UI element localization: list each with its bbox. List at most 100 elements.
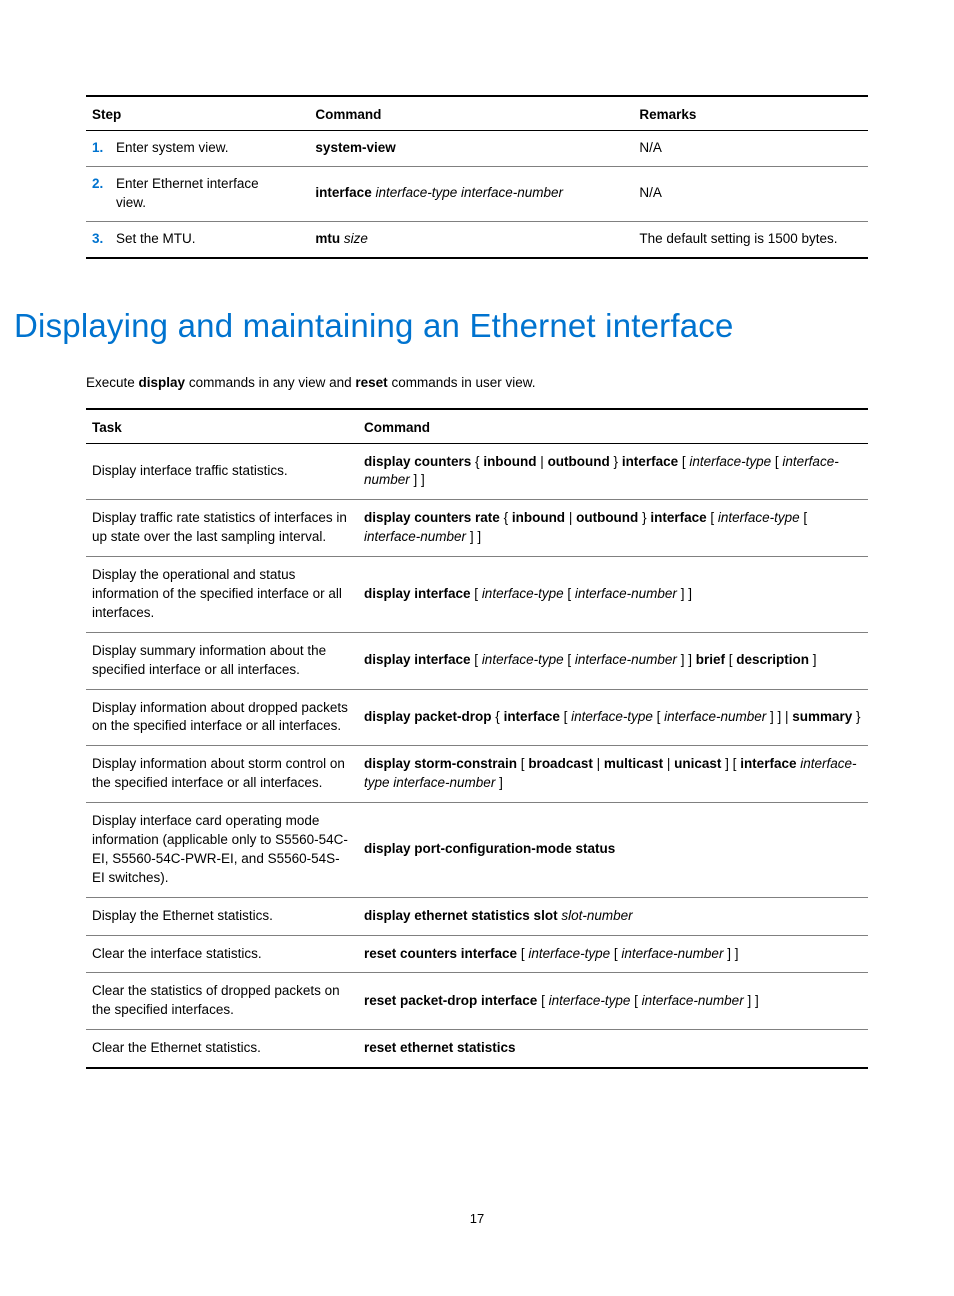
step-cell: 2.Enter Ethernet interface view. (86, 166, 309, 221)
task-cell: Clear the Ethernet statistics. (86, 1030, 358, 1068)
task-cell: Display summary information about the sp… (86, 632, 358, 689)
command-italic: interface-number (364, 529, 466, 544)
table-row: Clear the interface statistics.reset cou… (86, 935, 868, 973)
command-bold: interface (315, 185, 371, 200)
intro-bold: display (139, 375, 186, 390)
command-text: ] ] (744, 993, 759, 1008)
command-italic: interface-type (689, 454, 771, 469)
command-cell: display counters rate { inbound | outbou… (358, 500, 868, 557)
table-row: Clear the Ethernet statistics.reset ethe… (86, 1030, 868, 1068)
page-number: 17 (0, 1211, 954, 1226)
command-text: [ (800, 510, 808, 525)
command-italic: size (340, 231, 368, 246)
command-text: [ (560, 709, 571, 724)
command-italic: interface-number (575, 586, 677, 601)
table-row: Display traffic rate statistics of inter… (86, 500, 868, 557)
steps-table: Step Command Remarks 1.Enter system view… (86, 95, 868, 259)
remarks-cell: N/A (633, 166, 868, 221)
command-text: } (638, 510, 650, 525)
command-text: ] (809, 652, 817, 667)
command-bold: display counters rate (364, 510, 500, 525)
table-row: 1.Enter system view.system-viewN/A (86, 131, 868, 167)
tasks-table: Task Command Display interface traffic s… (86, 408, 868, 1070)
command-text: } (610, 454, 622, 469)
command-text: [ (707, 510, 718, 525)
steps-header-command: Command (309, 96, 633, 131)
table-row: Display the Ethernet statistics.display … (86, 897, 868, 935)
command-bold: inbound (512, 510, 565, 525)
command-text: [ (771, 454, 782, 469)
table-header-row: Task Command (86, 409, 868, 444)
step-number: 3. (92, 230, 116, 249)
command-text: [ (517, 946, 528, 961)
command-bold: multicast (604, 756, 663, 771)
command-text: | (565, 510, 576, 525)
task-cell: Display the operational and status infor… (86, 557, 358, 633)
command-bold: reset packet-drop interface (364, 993, 537, 1008)
intro-text: commands in any view and (185, 375, 355, 390)
command-text: ] ] (723, 946, 738, 961)
tasks-header-command: Command (358, 409, 868, 444)
command-text: ] ] (466, 529, 481, 544)
command-cell: display packet-drop { interface [ interf… (358, 689, 868, 746)
tasks-header-task: Task (86, 409, 358, 444)
command-bold: interface (740, 756, 796, 771)
step-number: 2. (92, 175, 116, 194)
remarks-cell: The default setting is 1500 bytes. (633, 221, 868, 257)
intro-paragraph: Execute display commands in any view and… (86, 375, 868, 390)
command-italic: interface-type (718, 510, 800, 525)
command-bold: outbound (548, 454, 610, 469)
command-bold: brief (696, 652, 725, 667)
table-header-row: Step Command Remarks (86, 96, 868, 131)
table-row: Display information about dropped packet… (86, 689, 868, 746)
command-text: [ (725, 652, 736, 667)
command-cell: mtu size (309, 221, 633, 257)
task-cell: Clear the interface statistics. (86, 935, 358, 973)
command-italic: interface-type (571, 709, 653, 724)
command-text: ] ] (677, 652, 696, 667)
command-italic: interface-number (664, 709, 766, 724)
command-bold: mtu (315, 231, 340, 246)
command-cell: display interface [ interface-type [ int… (358, 632, 868, 689)
command-bold: system-view (315, 140, 395, 155)
command-text: ] ] (410, 472, 425, 487)
task-cell: Clear the statistics of dropped packets … (86, 973, 358, 1030)
command-text: [ (564, 586, 575, 601)
command-text: [ (678, 454, 689, 469)
command-bold: display ethernet statistics slot (364, 908, 558, 923)
task-cell: Display interface traffic statistics. (86, 443, 358, 500)
section-heading: Displaying and maintaining an Ethernet i… (14, 307, 868, 345)
command-bold: interface (504, 709, 560, 724)
table-row: Display summary information about the sp… (86, 632, 868, 689)
command-bold: interface (622, 454, 678, 469)
command-cell: reset counters interface [ interface-typ… (358, 935, 868, 973)
command-text: [ (610, 946, 621, 961)
command-italic: interface-type (528, 946, 610, 961)
command-text: ] ] (677, 586, 692, 601)
command-italic: interface-type (482, 586, 564, 601)
command-italic: interface-type interface-number (372, 185, 563, 200)
intro-text: Execute (86, 375, 139, 390)
command-bold: display counters (364, 454, 471, 469)
command-text: [ (537, 993, 548, 1008)
task-cell: Display information about dropped packet… (86, 689, 358, 746)
task-cell: Display traffic rate statistics of inter… (86, 500, 358, 557)
command-bold: inbound (483, 454, 536, 469)
command-bold: description (736, 652, 809, 667)
command-italic: interface-type (549, 993, 631, 1008)
table-row: 3.Set the MTU.mtu sizeThe default settin… (86, 221, 868, 257)
command-text: [ (471, 586, 482, 601)
intro-text: commands in user view. (388, 375, 536, 390)
command-text: ] ] | (766, 709, 792, 724)
table-row: Display interface traffic statistics. dis… (86, 443, 868, 500)
command-text: { (471, 454, 483, 469)
command-bold: display interface (364, 652, 471, 667)
command-italic: interface-number (642, 993, 744, 1008)
step-number: 1. (92, 139, 116, 158)
command-text: | (593, 756, 604, 771)
task-cell: Display information about storm control … (86, 746, 358, 803)
step-text: Enter Ethernet interface view. (116, 175, 276, 213)
command-bold: interface (650, 510, 706, 525)
command-text: [ (630, 993, 641, 1008)
command-text: { (500, 510, 512, 525)
